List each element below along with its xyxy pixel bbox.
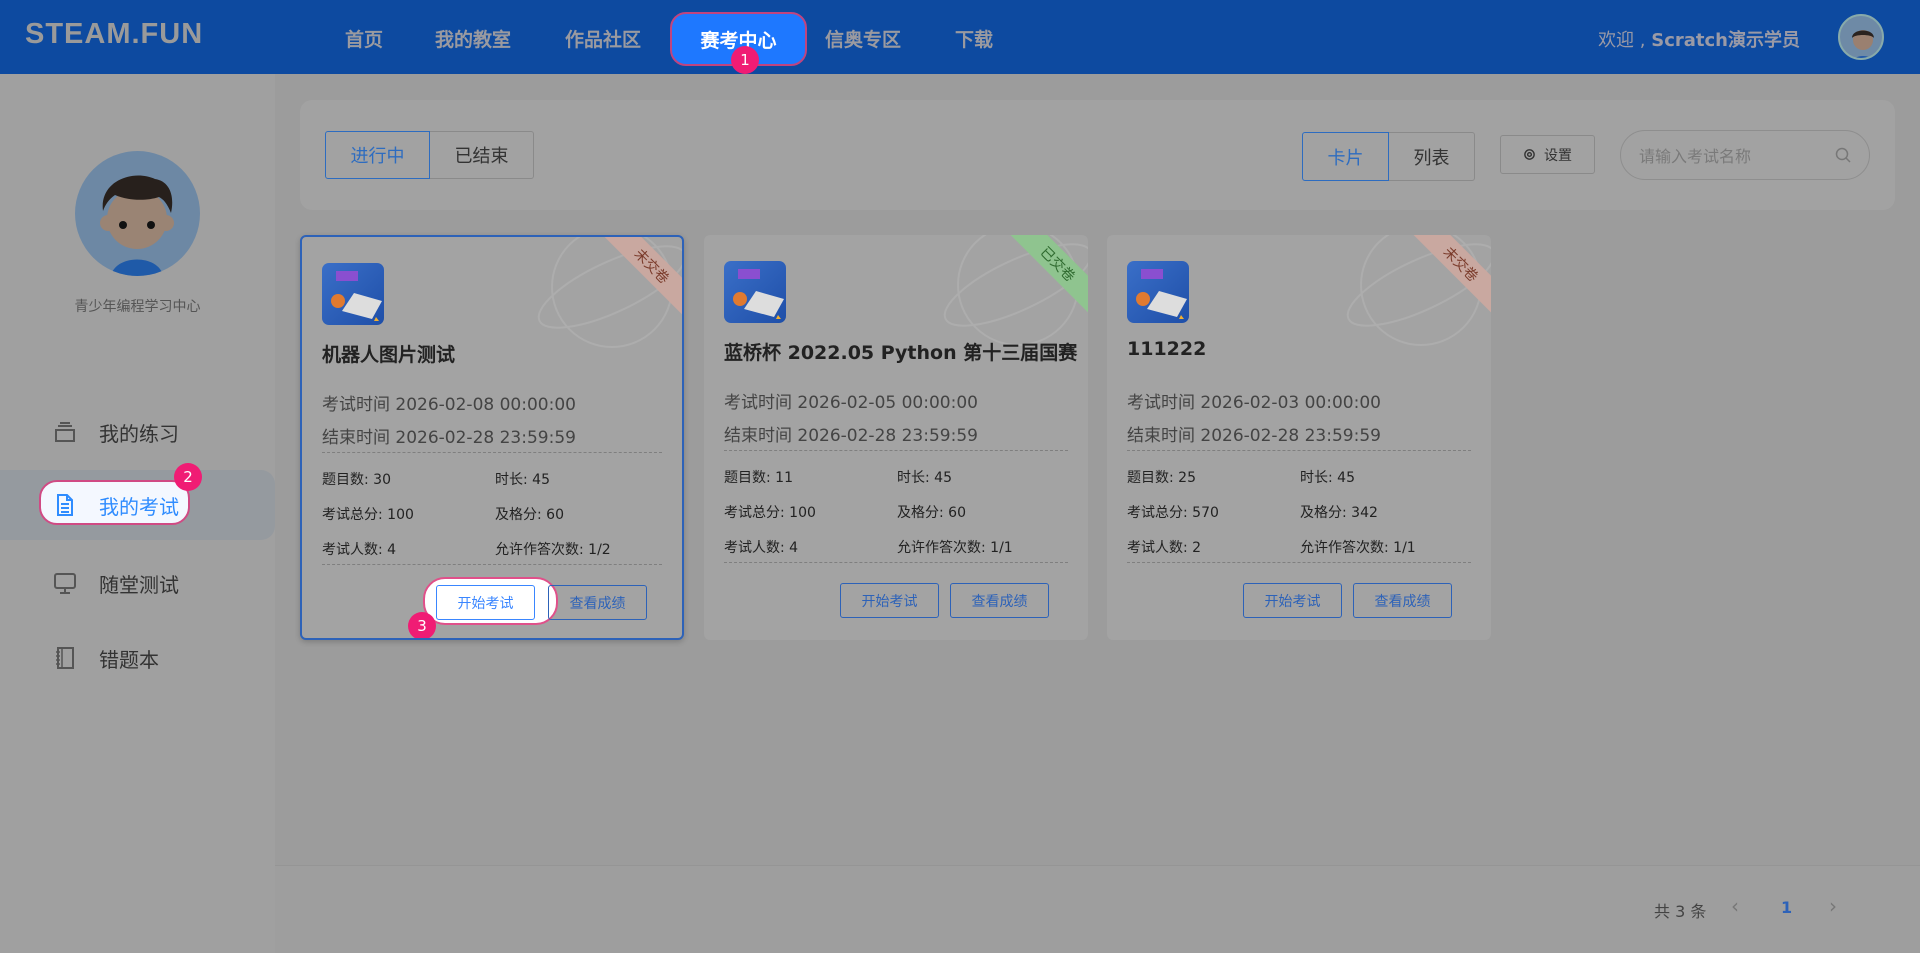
pass-score: 及格分: 60 xyxy=(897,505,966,521)
search-placeholder: 请输入考试名称 xyxy=(1639,147,1752,166)
allowed-attempts: 允许作答次数: 1/1 xyxy=(1300,540,1416,556)
divider xyxy=(322,564,662,565)
duration: 时长: 45 xyxy=(495,472,550,488)
layers-icon xyxy=(55,422,75,442)
start-exam-button[interactable]: 开始考试 xyxy=(840,583,939,618)
prev-page-button[interactable]: ‹ xyxy=(1731,894,1739,918)
divider xyxy=(724,450,1068,451)
divider xyxy=(1127,562,1471,563)
settings-button[interactable]: 设置 xyxy=(1500,135,1595,174)
status-tabs: 进行中 已结束 xyxy=(325,131,534,179)
document-icon xyxy=(57,494,73,516)
allowed-attempts: 允许作答次数: 1/2 xyxy=(495,542,611,558)
divider xyxy=(322,452,662,453)
examinee-count: 考试人数: 4 xyxy=(724,540,799,556)
exam-title: 蓝桥杯 2022.05 Python 第十三届国赛 xyxy=(724,342,1078,364)
exam-card[interactable]: 未交卷 机器人图片测试 考试时间 2026-02-08 00:00:00 结束时… xyxy=(300,235,684,640)
total-score: 考试总分: 100 xyxy=(724,505,816,521)
user-avatar[interactable] xyxy=(1838,14,1884,60)
examinee-count: 考试人数: 4 xyxy=(322,542,397,558)
sidebar: 青少年编程学习中心 我的练习 我的考试 2 随堂测试 错题本 xyxy=(0,74,275,953)
total-count: 共 3 条 xyxy=(1654,902,1707,921)
nav-community[interactable]: 作品社区 xyxy=(565,25,641,52)
tab-in-progress[interactable]: 进行中 xyxy=(325,131,430,179)
exam-thumbnail xyxy=(322,263,384,325)
logo[interactable]: STEAM.FUN xyxy=(25,18,203,51)
exam-title: 机器人图片测试 xyxy=(322,344,456,366)
sidebar-item-label: 我的练习 xyxy=(99,421,179,446)
profile-avatar xyxy=(75,151,200,276)
exam-start-time: 考试时间 2026-02-05 00:00:00 xyxy=(724,393,978,413)
exam-end-time: 结束时间 2026-02-28 23:59:59 xyxy=(724,426,978,446)
total-score: 考试总分: 100 xyxy=(322,507,414,523)
start-exam-button[interactable]: 开始考试 xyxy=(1243,583,1342,618)
welcome-text: 欢迎 , Scratch演示学员 xyxy=(1598,26,1800,52)
page-1[interactable]: 1 xyxy=(1781,898,1792,917)
exam-end-time: 结束时间 2026-02-28 23:59:59 xyxy=(322,428,576,448)
nav-olympiad[interactable]: 信奥专区 xyxy=(825,25,901,52)
sidebar-item-label: 随堂测试 xyxy=(99,572,179,597)
question-count: 题目数: 30 xyxy=(322,472,391,488)
notebook-icon xyxy=(56,647,74,669)
step-badge-1: 1 xyxy=(731,46,759,74)
total-score: 考试总分: 570 xyxy=(1127,505,1219,521)
org-name: 青少年编程学习中心 xyxy=(74,299,201,315)
exam-thumbnail xyxy=(1127,261,1189,323)
pass-score: 及格分: 342 xyxy=(1300,505,1378,521)
nav-home[interactable]: 首页 xyxy=(345,25,383,52)
pass-score: 及格分: 60 xyxy=(495,507,564,523)
welcome-prefix: 欢迎 , xyxy=(1598,30,1646,51)
sidebar-item-my-exams[interactable]: 我的考试 xyxy=(0,470,275,540)
question-count: 题目数: 11 xyxy=(724,470,793,486)
sidebar-item-label: 我的考试 xyxy=(99,494,179,519)
divider xyxy=(1127,450,1471,451)
allowed-attempts: 允许作答次数: 1/1 xyxy=(897,540,1013,556)
search-icon[interactable] xyxy=(1835,147,1851,163)
view-score-button[interactable]: 查看成绩 xyxy=(950,583,1049,618)
step-badge-3: 3 xyxy=(408,612,436,638)
user-name: Scratch演示学员 xyxy=(1651,30,1800,51)
view-tabs: 卡片 列表 xyxy=(1302,132,1475,181)
settings-label: 设置 xyxy=(1544,147,1572,164)
exam-search-input[interactable]: 请输入考试名称 xyxy=(1620,130,1870,180)
exam-card[interactable]: 未交卷 111222 考试时间 2026-02-03 00:00:00 结束时间… xyxy=(1107,235,1491,640)
divider xyxy=(724,562,1068,563)
next-page-button[interactable]: › xyxy=(1829,894,1837,918)
tab-list-view[interactable]: 列表 xyxy=(1389,132,1475,181)
exam-start-time: 考试时间 2026-02-08 00:00:00 xyxy=(322,395,576,415)
nav-my-classroom[interactable]: 我的教室 xyxy=(435,25,511,52)
top-header: STEAM.FUN 首页 我的教室 作品社区 赛考中心 1 信奥专区 下载 欢迎… xyxy=(0,0,1920,74)
exam-card[interactable]: 已交卷 蓝桥杯 2022.05 Python 第十三届国赛 考试时间 2026-… xyxy=(704,235,1088,640)
examinee-count: 考试人数: 2 xyxy=(1127,540,1202,556)
exam-title: 111222 xyxy=(1127,338,1207,360)
step-badge-2: 2 xyxy=(174,463,202,491)
sidebar-item-my-practice[interactable]: 我的练习 xyxy=(0,397,275,467)
gear-icon xyxy=(1524,149,1535,160)
exam-end-time: 结束时间 2026-02-28 23:59:59 xyxy=(1127,426,1381,446)
question-count: 题目数: 25 xyxy=(1127,470,1196,486)
tab-finished[interactable]: 已结束 xyxy=(430,131,534,179)
sidebar-item-class-quiz[interactable]: 随堂测试 xyxy=(0,548,275,618)
exam-thumbnail xyxy=(724,261,786,323)
view-score-button[interactable]: 查看成绩 xyxy=(1353,583,1452,618)
tab-card-view[interactable]: 卡片 xyxy=(1302,132,1389,181)
monitor-icon xyxy=(54,573,76,594)
duration: 时长: 45 xyxy=(897,470,952,486)
duration: 时长: 45 xyxy=(1300,470,1355,486)
sidebar-item-label: 错题本 xyxy=(99,647,159,672)
sidebar-item-mistake-book[interactable]: 错题本 xyxy=(0,623,275,693)
nav-download[interactable]: 下载 xyxy=(955,25,993,52)
view-score-button[interactable]: 查看成绩 xyxy=(548,585,647,620)
exam-start-time: 考试时间 2026-02-03 00:00:00 xyxy=(1127,393,1381,413)
start-exam-button[interactable]: 开始考试 xyxy=(436,585,535,620)
